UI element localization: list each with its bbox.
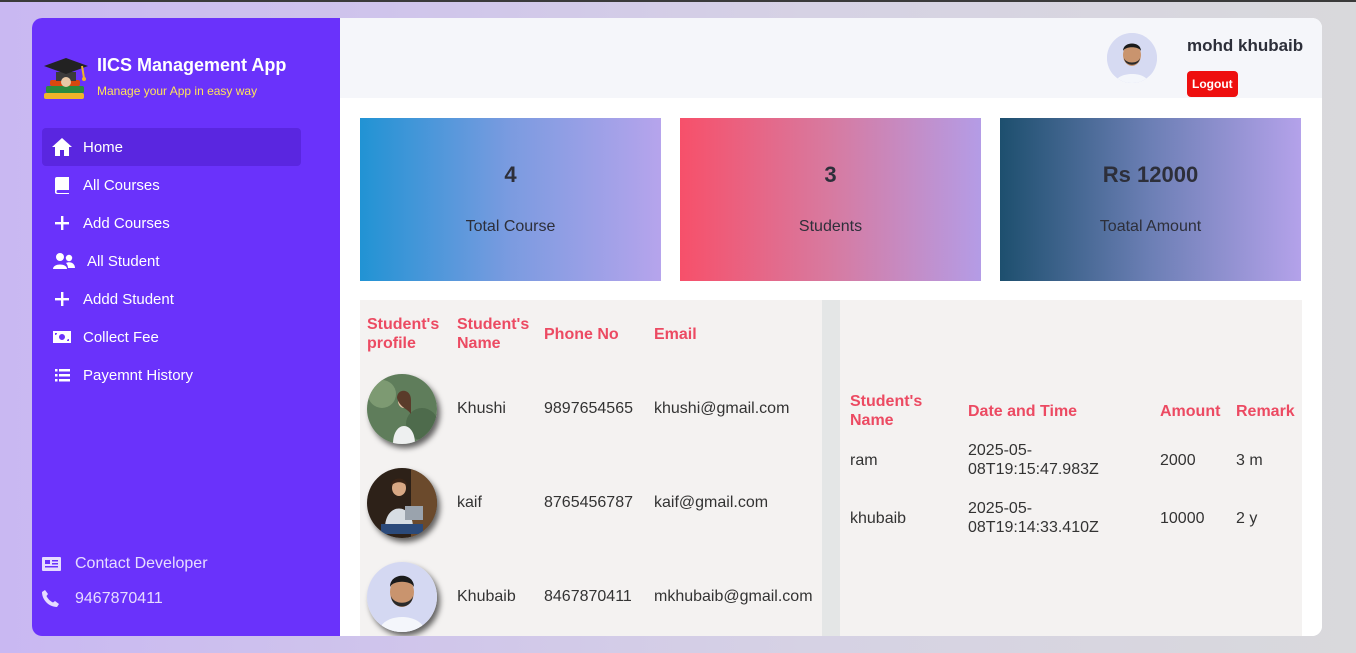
students-card: 3 Students (680, 118, 981, 281)
column-header: Email (654, 325, 697, 343)
total-course-label: Total Course (465, 218, 556, 235)
table-row: Khushi 9897654565 khushi@gmail.com (367, 362, 813, 456)
brand: IICS Management App Manage your App in e… (42, 52, 286, 102)
top-header: mohd khubaib Logout (340, 18, 1322, 98)
column-header: Amount (1160, 402, 1221, 420)
sidebar-nav: Home All Courses Add Courses All Student (42, 128, 301, 394)
total-amount-value: Rs 12000 (1102, 162, 1199, 187)
sidebar: IICS Management App Manage your App in e… (32, 18, 340, 636)
column-header: Student's Name (457, 316, 530, 352)
sidebar-item-home[interactable]: Home (42, 128, 301, 166)
payment-student-name: khubaib (850, 509, 907, 527)
students-table: Student's profile Student's Name Phone N… (367, 306, 813, 636)
total-course-card: 4 Total Course (360, 118, 661, 281)
payment-amount: 2000 (1160, 451, 1196, 469)
table-header-row: Student's Name Date and Time Amount Rema… (850, 391, 1295, 431)
window-top-edge (0, 0, 1356, 2)
sidebar-item-all-student[interactable]: All Student (42, 242, 301, 280)
payment-datetime: 2025-05- 08T19:14:33.410Z (968, 500, 1099, 536)
brand-subtitle: Manage your App in easy way (97, 84, 258, 98)
sidebar-item-all-courses[interactable]: All Courses (42, 166, 301, 204)
column-header: Remark (1236, 402, 1295, 420)
brand-title: IICS Management App (97, 55, 287, 75)
sidebar-item-collect-fee[interactable]: Collect Fee (42, 318, 301, 356)
sidebar-item-label: All Student (87, 252, 160, 270)
student-email: mkhubaib@gmail.com (654, 588, 813, 605)
payment-student-name: ram (850, 451, 878, 469)
student-name: Khubaib (457, 588, 516, 605)
student-name: Khushi (457, 400, 506, 417)
list-icon (51, 364, 73, 386)
user-name: mohd khubaib (1187, 36, 1304, 55)
contact-card-icon (42, 556, 64, 571)
contact-phone[interactable]: 9467870411 (42, 581, 208, 616)
table-header-row: Student's profile Student's Name Phone N… (367, 306, 813, 362)
column-header: Student's Name (850, 393, 923, 429)
table-row: ram 2025-05- 08T19:15:47.983Z 2000 3 m (850, 431, 1295, 489)
table-row: kaif 8765456787 kaif@gmail.com (367, 456, 813, 550)
summary-cards: 4 Total Course 3 Students Rs 12000 Toata… (360, 118, 1301, 281)
brand-logo-icon (42, 52, 90, 102)
student-email: khushi@gmail.com (654, 400, 790, 417)
sidebar-item-payment-history[interactable]: Payemnt History (42, 356, 301, 394)
phone-icon (42, 590, 64, 607)
contact-phone-number: 9467870411 (75, 589, 163, 607)
students-value: 3 (824, 162, 837, 187)
payments-table-panel: Student's Name Date and Time Amount Rema… (840, 300, 1302, 636)
sidebar-item-add-courses[interactable]: Add Courses (42, 204, 301, 242)
payment-datetime: 2025-05- 08T19:15:47.983Z (968, 442, 1099, 478)
payment-remark: 2 y (1236, 509, 1258, 527)
column-header: Date and Time (968, 402, 1078, 420)
users-icon (51, 250, 77, 272)
payment-remark: 3 m (1236, 451, 1263, 469)
payments-table: Student's Name Date and Time Amount Rema… (850, 391, 1295, 547)
sidebar-item-add-student[interactable]: Addd Student (42, 280, 301, 318)
column-header: Phone No (544, 325, 619, 343)
total-amount-label: Toatal Amount (1099, 218, 1202, 235)
money-icon (51, 326, 73, 348)
table-row: Khubaib 8467870411 mkhubaib@gmail.com (367, 550, 813, 636)
student-name: kaif (457, 494, 482, 511)
student-email: kaif@gmail.com (654, 494, 769, 511)
sidebar-item-label: Collect Fee (83, 328, 159, 346)
contact-developer-label: Contact Developer (75, 554, 208, 572)
student-avatar (367, 562, 437, 632)
book-icon (51, 174, 73, 196)
students-table-panel: Student's profile Student's Name Phone N… (360, 300, 822, 636)
sidebar-item-label: Payemnt History (83, 366, 194, 384)
table-row: khubaib 2025-05- 08T19:14:33.410Z 10000 2… (850, 489, 1295, 547)
sidebar-item-label: Home (83, 138, 124, 156)
student-avatar (367, 374, 437, 444)
plus-icon (51, 288, 73, 310)
main-content: mohd khubaib Logout 4 Total Course 3 Stu… (340, 18, 1322, 636)
column-header: Student's profile (367, 316, 440, 352)
sidebar-item-label: All Courses (83, 176, 160, 194)
contact-developer-link[interactable]: Contact Developer (42, 546, 208, 581)
payment-amount: 10000 (1160, 509, 1205, 527)
students-label: Students (798, 218, 863, 235)
logout-button[interactable]: Logout (1187, 71, 1238, 97)
app-window: IICS Management App Manage your App in e… (32, 18, 1322, 636)
total-amount-card: Rs 12000 Toatal Amount (1000, 118, 1301, 281)
total-course-value: 4 (504, 162, 517, 187)
student-avatar (367, 468, 437, 538)
contact-section: Contact Developer 9467870411 (42, 546, 208, 616)
student-phone: 9897654565 (544, 400, 633, 417)
student-phone: 8765456787 (544, 494, 633, 511)
sidebar-item-label: Addd Student (83, 290, 174, 308)
plus-icon (51, 212, 73, 234)
sidebar-item-label: Add Courses (83, 214, 170, 232)
panel-divider (822, 300, 840, 636)
student-phone: 8467870411 (544, 588, 632, 605)
user-avatar[interactable] (1107, 33, 1157, 83)
home-icon (51, 136, 73, 158)
